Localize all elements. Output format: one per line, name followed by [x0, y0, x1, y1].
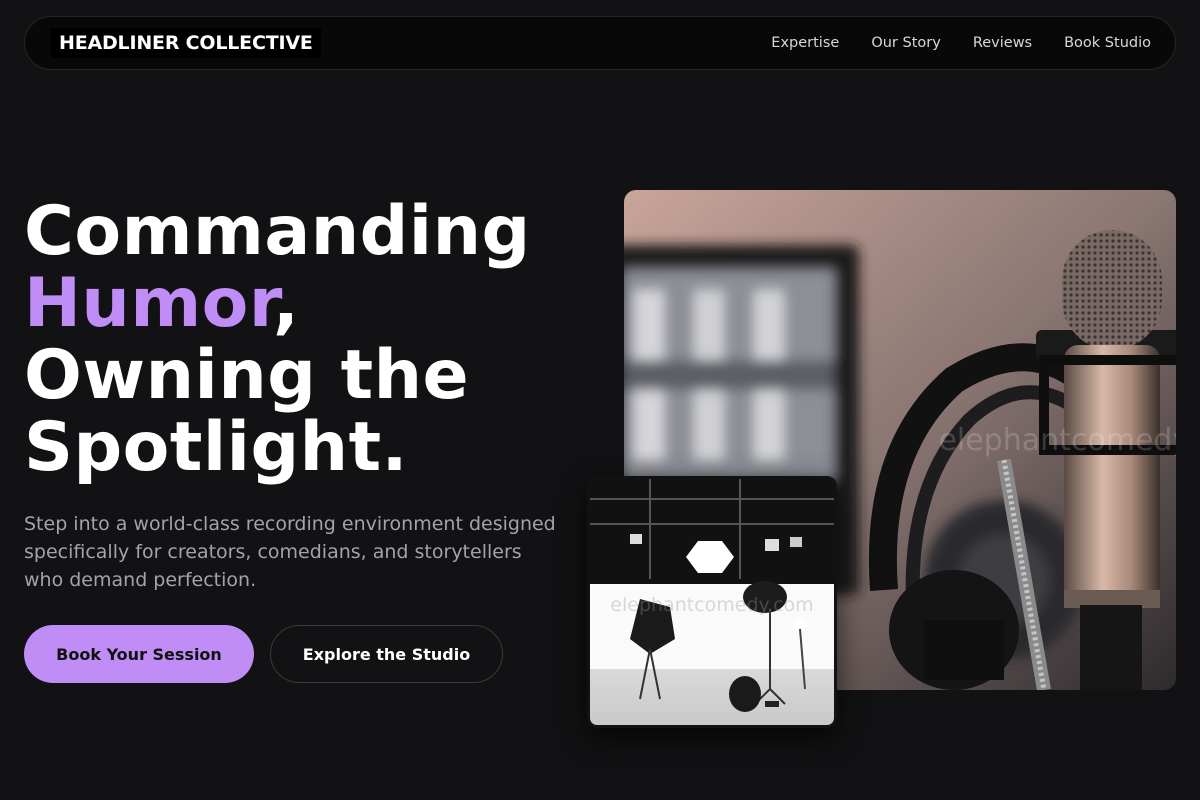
explore-studio-button[interactable]: Explore the Studio — [270, 625, 503, 683]
brand-logo[interactable]: HEADLINER COLLECTIVE — [51, 28, 321, 58]
top-navigation: HEADLINER COLLECTIVE Expertise Our Story… — [24, 16, 1176, 70]
nav-link-reviews[interactable]: Reviews — [973, 35, 1032, 51]
hero-headline: Commanding Humor, Owning the Spotlight. — [24, 196, 531, 484]
hero-subtitle: Step into a world-class recording enviro… — [24, 513, 556, 591]
headline-line-3: Owning the — [24, 336, 470, 415]
headline-accent-word: Humor — [24, 264, 273, 343]
studio-lighting-photo: elephantcomedy.com — [587, 476, 837, 728]
small-photo-watermark: elephantcomedy.com — [610, 594, 813, 616]
book-session-button[interactable]: Book Your Session — [24, 625, 254, 683]
nav-link-our-story[interactable]: Our Story — [871, 35, 940, 51]
main-photo-watermark: elephantcomedy.com — [938, 423, 1176, 458]
nav-links: Expertise Our Story Reviews Book Studio — [771, 35, 1151, 51]
headline-line-4: Spotlight. — [24, 408, 408, 487]
headline-comma: , — [272, 264, 300, 343]
headline-line-1: Commanding — [24, 192, 531, 271]
nav-link-expertise[interactable]: Expertise — [771, 35, 839, 51]
nav-link-book-studio[interactable]: Book Studio — [1064, 35, 1151, 51]
